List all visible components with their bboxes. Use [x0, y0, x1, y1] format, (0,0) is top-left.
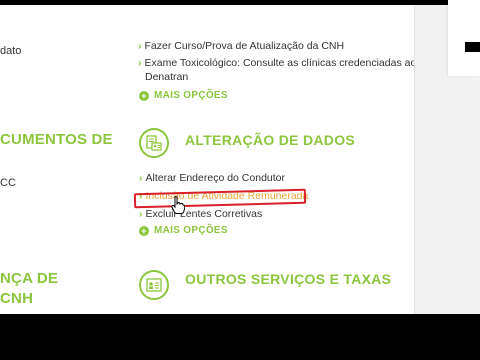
left-section-heading-license-2[interactable]: CNH	[0, 290, 33, 307]
left-partial-cc: CC	[0, 177, 16, 189]
link-excluir-lentes[interactable]: › Excluir Lentes Corretivas	[139, 207, 262, 221]
plus-circle-icon: +	[139, 90, 149, 101]
left-partial-text: dato	[0, 45, 22, 57]
section-title-alteracao-dados[interactable]: ALTERAÇÃO DE DADOS	[185, 132, 355, 148]
document-edit-icon	[139, 128, 169, 158]
video-overlay-panel	[448, 0, 480, 76]
plus-circle-icon: +	[139, 225, 149, 236]
more-options-button-alteracao[interactable]: + MAIS OPÇÕES	[139, 225, 228, 236]
left-section-heading-documents[interactable]: CUMENTOS DE	[0, 131, 113, 148]
page-viewport: dato CUMENTOS DE CC NÇA DE CNH › Fazer Cu…	[0, 0, 480, 314]
chevron-right-icon: ›	[139, 208, 143, 220]
highlight-annotation	[133, 188, 307, 209]
top-letterbox-bar	[0, 0, 480, 5]
link-exame-toxicologico-cont[interactable]: Denatran	[145, 70, 188, 84]
chevron-right-icon: ›	[138, 57, 142, 69]
overlay-indicator	[465, 42, 480, 52]
section-title-outros-servicos[interactable]: OUTROS SERVIÇOS E TAXAS	[185, 271, 391, 287]
hand-cursor-icon	[171, 196, 185, 214]
link-fazer-curso[interactable]: › Fazer Curso/Prova de Atualização da CNH	[138, 39, 344, 53]
link-exame-toxicologico[interactable]: › Exame Toxicológico: Consulte as clínica…	[138, 56, 416, 70]
left-section-heading-license-1[interactable]: NÇA DE	[0, 270, 58, 287]
chevron-right-icon: ›	[138, 40, 142, 52]
more-options-button[interactable]: + MAIS OPÇÕES	[139, 90, 228, 101]
link-alterar-endereco[interactable]: › Alterar Endereço do Condutor	[139, 171, 285, 185]
chevron-right-icon: ›	[139, 172, 143, 184]
id-card-icon	[139, 270, 169, 300]
